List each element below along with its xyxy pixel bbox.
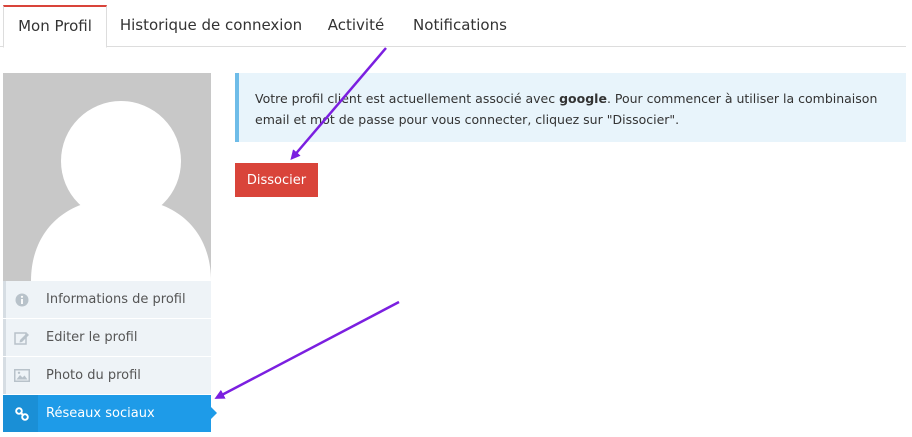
link-icon [3,395,38,432]
sidebar-item-informations[interactable]: Informations de profil [3,281,211,318]
avatar [3,73,211,281]
sidebar-item-label: Réseaux sociaux [46,406,155,421]
info-icon [3,281,38,318]
profile-sidebar-menu: Informations de profil Editer le profil … [3,281,217,433]
active-caret-icon [211,407,217,419]
dissociate-button[interactable]: Dissocier [235,163,318,197]
sidebar-item-label: Editer le profil [46,330,138,345]
annotation-arrow-to-menu [214,300,400,399]
info-alert: Votre profil client est actuellement ass… [235,73,906,142]
user-silhouette-icon [31,101,211,281]
sidebar-item-photo[interactable]: Photo du profil [3,357,211,394]
tab-notifications[interactable]: Notifications [404,5,516,45]
image-icon [3,357,38,394]
alert-provider: google [559,91,607,106]
sidebar-item-label: Informations de profil [46,292,186,307]
tab-historique-connexion[interactable]: Historique de connexion [114,5,308,45]
sidebar-item-label: Photo du profil [46,368,141,383]
edit-icon [3,319,38,356]
sidebar-item-editer[interactable]: Editer le profil [3,319,211,356]
tab-activite[interactable]: Activité [319,5,393,45]
tab-mon-profil[interactable]: Mon Profil [3,5,107,48]
sidebar-item-reseaux-sociaux[interactable]: Réseaux sociaux [3,395,217,432]
profile-tabs: Mon Profil Historique de connexion Activ… [0,5,906,48]
alert-text-before: Votre profil client est actuellement ass… [255,91,560,106]
